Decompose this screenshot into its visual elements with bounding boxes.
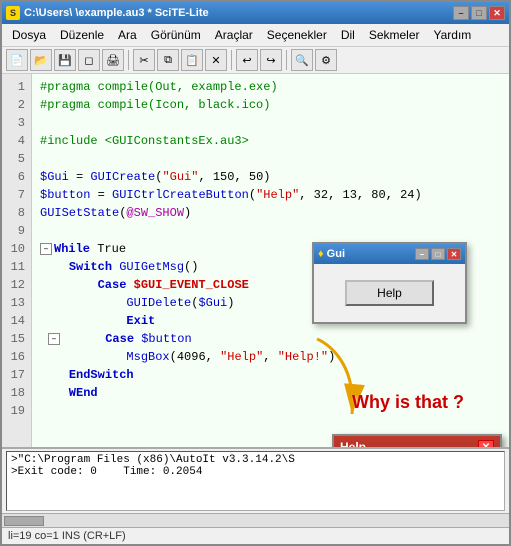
status-text: li=19 co=1 INS (CR+LF) [8,530,126,542]
toolbar-sep3 [286,50,287,70]
line-numbers: 12345 678910 1112131415 16171819 [2,74,32,447]
help-dialog-close-btn[interactable]: ✕ [478,440,494,447]
code-line-1: #pragma compile(Out, example.exe) [40,78,505,96]
toolbar: 📄 📂 💾 ◻ 🖨 ✂ ⧉ 📋 ✕ ↩ ↪ 🔍 ⚙ [2,47,509,74]
save-btn[interactable]: 💾 [54,49,76,71]
menu-bar: Dosya Düzenle Ara Görünüm Araçlar Seçene… [2,24,509,47]
title-controls: – □ ✕ [453,6,505,20]
gui-help-button[interactable]: Help [345,280,434,306]
new-file-btn[interactable]: 📄 [6,49,28,71]
h-scrollbar-thumb[interactable] [4,516,44,526]
minimize-button[interactable]: – [453,6,469,20]
menu-ara[interactable]: Ara [112,26,143,44]
main-window: S C:\Users\ \example.au3 * SciTE-Lite – … [0,0,511,546]
window-title: C:\Users\ \example.au3 * SciTE-Lite [24,7,209,19]
content-area: 12345 678910 1112131415 16171819 #pragma… [2,74,509,447]
menu-duzenle[interactable]: Düzenle [54,26,110,44]
menu-goruntum[interactable]: Görünüm [145,26,207,44]
code-line-5 [40,150,505,168]
gui-dialog: ♦ Gui – □ ✕ Help [312,242,467,324]
annotation-text: Why is that ? [352,392,464,413]
toolbar-btn4[interactable]: ◻ [78,49,100,71]
redo-btn[interactable]: ↪ [260,49,282,71]
menu-dil[interactable]: Dil [335,26,361,44]
code-line-4: #include <GUIConstantsEx.au3> [40,132,505,150]
menu-dosya[interactable]: Dosya [6,26,52,44]
title-bar-left: S C:\Users\ \example.au3 * SciTE-Lite [6,6,209,20]
menu-sekmeler[interactable]: Sekmeler [363,26,426,44]
bottom-panel: >"C:\Program Files (x86)\AutoIt v3.3.14.… [2,447,509,527]
gui-dialog-title-text: ♦ Gui [318,248,345,260]
h-scrollbar[interactable] [2,513,509,527]
code-line-3 [40,114,505,132]
output-line-1: >"C:\Program Files (x86)\AutoIt v3.3.14.… [11,454,500,466]
menu-secenekler[interactable]: Seçenekler [261,26,333,44]
paste-btn[interactable]: 📋 [181,49,203,71]
close-button[interactable]: ✕ [489,6,505,20]
fold-marker-10[interactable]: – [40,243,52,255]
settings-btn[interactable]: ⚙ [315,49,337,71]
toolbar-sep1 [128,50,129,70]
code-line-17: EndSwitch [40,366,505,384]
search-btn[interactable]: 🔍 [291,49,313,71]
code-line-15: – Case $button [40,330,505,348]
undo-btn[interactable]: ↩ [236,49,258,71]
code-line-8: GUISetState ( @SW_SHOW ) [40,204,505,222]
delete-btn[interactable]: ✕ [205,49,227,71]
menu-yardim[interactable]: Yardım [428,26,478,44]
menu-araclar[interactable]: Araçlar [209,26,259,44]
copy-btn[interactable]: ⧉ [157,49,179,71]
title-bar: S C:\Users\ \example.au3 * SciTE-Lite – … [2,2,509,24]
gui-minimize-btn[interactable]: – [415,248,429,260]
code-line-16: MsgBox (4096, "Help" , "Help!" ) [40,348,505,366]
gui-dialog-controls: – □ ✕ [415,248,461,260]
gui-dialog-title: ♦ Gui – □ ✕ [314,244,465,264]
status-bar: li=19 co=1 INS (CR+LF) [2,527,509,544]
cut-btn[interactable]: ✂ [133,49,155,71]
code-line-7: $button = GUICtrlCreateButton ( "Help" ,… [40,186,505,204]
help-dialog-title: Help ✕ [334,436,500,447]
help-dialog: Help ✕ Help! Tamam [332,434,502,447]
gui-close-btn[interactable]: ✕ [447,248,461,260]
gui-dialog-content: Help [314,264,465,322]
print-btn[interactable]: 🖨 [102,49,124,71]
toolbar-sep2 [231,50,232,70]
output-line-2: >Exit code: 0 Time: 0.2054 [11,466,500,478]
code-line-6: $Gui = GUICreate ( "Gui" , 150, 50) [40,168,505,186]
gui-maximize-btn[interactable]: □ [431,248,445,260]
code-line-9 [40,222,505,240]
output-area[interactable]: >"C:\Program Files (x86)\AutoIt v3.3.14.… [6,451,505,511]
fold-marker-15[interactable]: – [48,333,60,345]
help-dialog-title-text: Help [340,440,366,447]
open-btn[interactable]: 📂 [30,49,52,71]
app-icon: S [6,6,20,20]
maximize-button[interactable]: □ [471,6,487,20]
code-line-2: #pragma compile(Icon, black.ico) [40,96,505,114]
